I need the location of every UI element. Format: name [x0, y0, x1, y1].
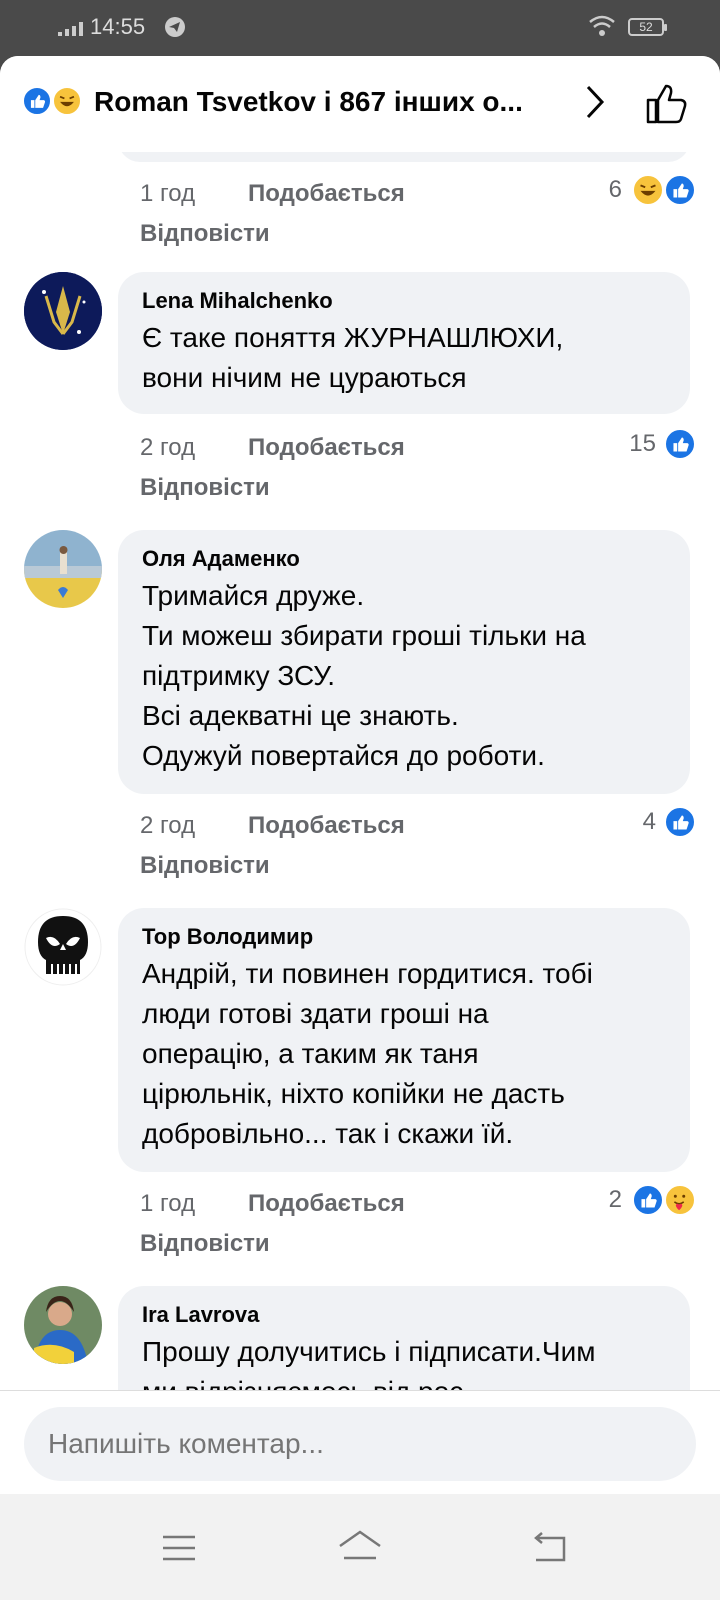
comment-time[interactable]: 2 год [140, 812, 195, 840]
comment-author[interactable]: Lena Mihalchenko [142, 288, 666, 314]
status-bar: 14:55 52 [0, 0, 720, 56]
system-nav-bar [0, 1494, 720, 1600]
back-icon[interactable] [530, 1532, 570, 1564]
care-reaction-icon [664, 1184, 696, 1216]
comment-composer-bar [0, 1390, 720, 1494]
comment-time[interactable]: 1 год [140, 1190, 195, 1218]
reactions-header[interactable]: Roman Tsvetkov і 867 інших о... [0, 56, 720, 152]
wifi-icon [589, 15, 615, 36]
home-icon[interactable] [336, 1528, 384, 1564]
like-link[interactable]: Подобається [248, 812, 405, 840]
chevron-right-icon[interactable] [584, 84, 606, 120]
comment-author[interactable]: Ira Lavrova [142, 1302, 666, 1328]
reactions-summary[interactable]: Roman Tsvetkov і 867 інших о... [94, 86, 564, 118]
like-reaction-icon [664, 428, 696, 460]
reply-link[interactable]: Відповісти [140, 1230, 270, 1258]
comment-author[interactable]: Оля Адаменко [142, 546, 666, 572]
like-link[interactable]: Подобається [248, 434, 405, 462]
like-reaction-icon [632, 1184, 664, 1216]
comment-author[interactable]: Top Володимир [142, 924, 666, 950]
like-button-icon[interactable] [644, 80, 690, 126]
avatar[interactable] [24, 1286, 102, 1364]
avatar[interactable] [24, 530, 102, 608]
menu-icon[interactable] [162, 1534, 196, 1562]
reaction-count[interactable]: 2 [590, 1186, 622, 1214]
comment-text: Андрій, ти повинен гордитися. тобі люди … [142, 958, 593, 1149]
comment-text: Є таке поняття ЖУРНАШЛЮХИ, вони нічим не… [142, 322, 564, 393]
like-link[interactable]: Подобається [248, 1190, 405, 1218]
comments-sheet: Roman Tsvetkov і 867 інших о... 1 год По… [0, 56, 720, 1600]
like-reaction-icon [22, 86, 52, 116]
comment-bubble: Оля Адаменко Тримайся друже. Ти можеш зб… [118, 530, 690, 794]
signal-icon [58, 22, 83, 36]
avatar[interactable] [24, 908, 102, 986]
comment-bubble: Lena Mihalchenko Є таке поняття ЖУРНАШЛЮ… [118, 272, 690, 414]
reply-link[interactable]: Відповісти [140, 474, 270, 502]
haha-reaction-icon [632, 174, 664, 206]
battery-indicator: 52 [628, 18, 667, 36]
comment-time[interactable]: 2 год [140, 434, 195, 462]
like-reaction-icon [664, 806, 696, 838]
status-time: 14:55 [90, 14, 146, 39]
comment-time[interactable]: 1 год [140, 180, 195, 208]
reaction-count[interactable]: 6 [590, 176, 622, 204]
telegram-icon [165, 17, 185, 37]
like-link[interactable]: Подобається [248, 180, 405, 208]
like-reaction-icon [664, 174, 696, 206]
haha-reaction-icon [52, 86, 82, 116]
comment-text: Тримайся друже. Ти можеш збирати гроші т… [142, 580, 586, 771]
reaction-count[interactable]: 15 [614, 430, 656, 458]
reaction-count[interactable]: 4 [620, 808, 656, 836]
comment-input[interactable] [24, 1407, 696, 1481]
comment-bubble: Top Володимир Андрій, ти повинен гордити… [118, 908, 690, 1172]
reply-link[interactable]: Відповісти [140, 852, 270, 880]
reply-link[interactable]: Відповісти [140, 220, 270, 248]
avatar[interactable] [24, 272, 102, 350]
